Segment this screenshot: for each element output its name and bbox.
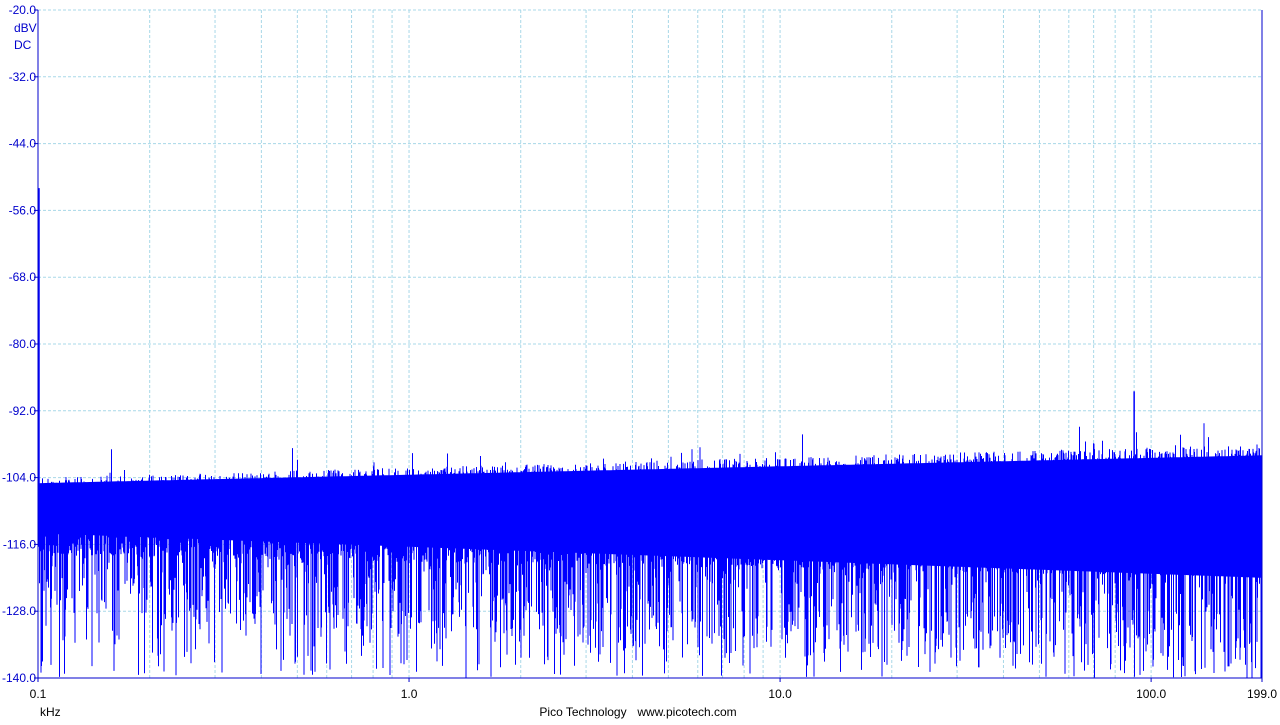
y-tick-label: -104.0 — [2, 471, 36, 485]
y-tick-label: -92.0 — [9, 404, 37, 418]
y-tick-label: -80.0 — [9, 337, 37, 351]
chart-svg: -20.0 -32.0 -44.0 -56.0 -68.0 -80.0 -92.0 -104.… — [2, 3, 1277, 719]
footer-website: www.picotech.com — [636, 705, 736, 719]
y-tick-label: -116.0 — [3, 537, 36, 551]
y-axis-unit-label: dBV — [14, 21, 37, 35]
footer-brand: Pico Technology — [539, 705, 626, 719]
y-tick-label: -56.0 — [9, 203, 37, 217]
x-tick-label: 10.0 — [768, 687, 792, 701]
y-tick-label: -32.0 — [9, 70, 37, 84]
x-tick-label: 199.0 — [1247, 687, 1277, 701]
x-axis-unit-label: kHz — [40, 705, 61, 719]
y-tick-label: -128.0 — [2, 604, 36, 618]
y-tick-label: -140.0 — [2, 671, 36, 685]
x-tick-label: 100.0 — [1136, 687, 1166, 701]
x-tick-label: 0.1 — [30, 687, 47, 701]
y-tick-label: -20.0 — [9, 3, 37, 17]
spectrum-chart: -20.0 -32.0 -44.0 -56.0 -68.0 -80.0 -92.0 -104.… — [0, 0, 1280, 720]
trace-layer — [37, 188, 1263, 678]
y-tick-label: -44.0 — [9, 137, 37, 151]
y-axis-unit-label: DC — [14, 38, 32, 52]
x-tick-label: 1.0 — [401, 687, 418, 701]
y-tick-label: -68.0 — [9, 270, 37, 284]
